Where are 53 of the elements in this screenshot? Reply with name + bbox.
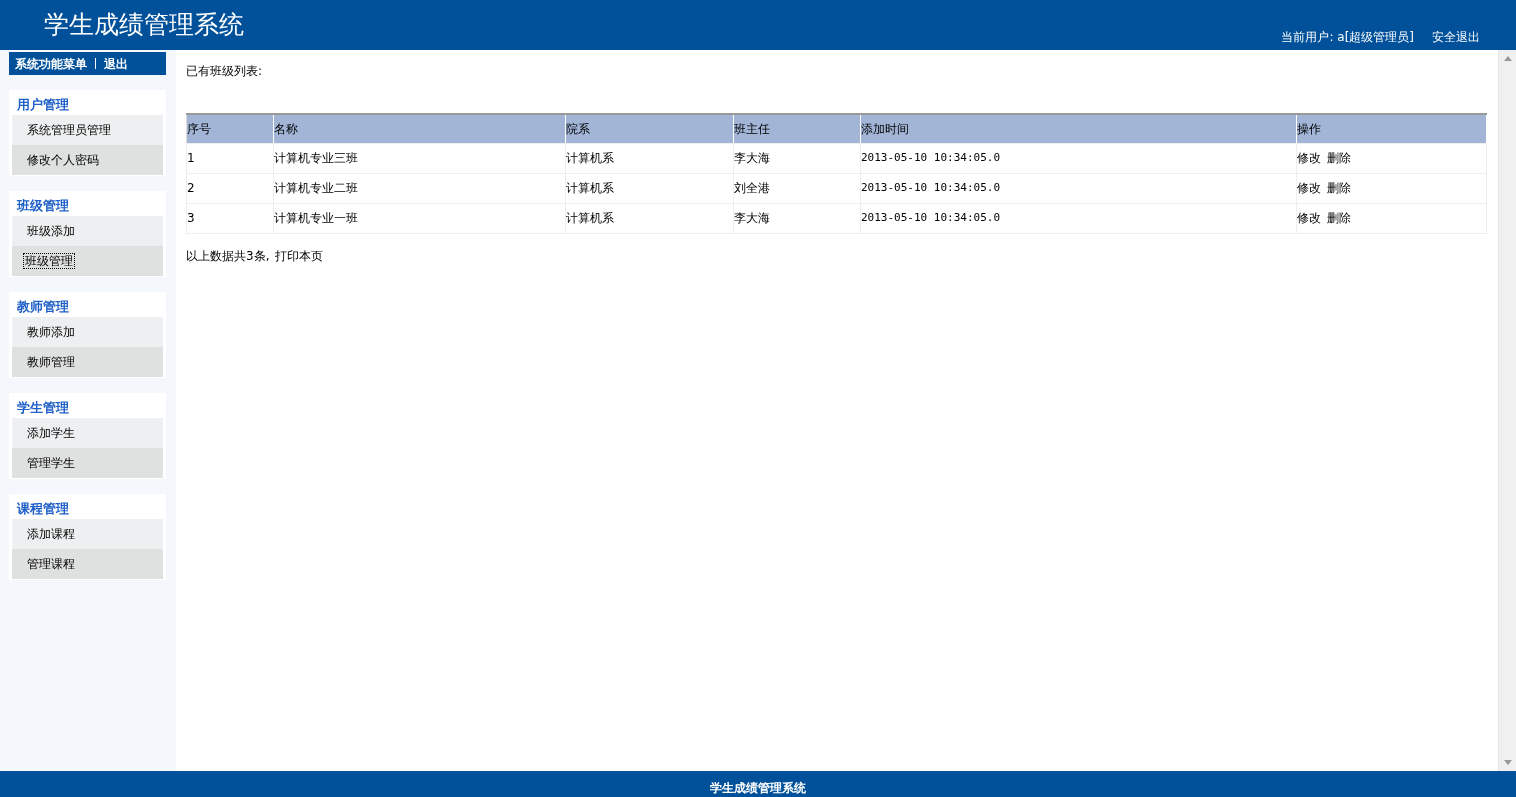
table-cell: 2: [186, 173, 274, 203]
print-link[interactable]: 打印本页: [275, 246, 324, 265]
table-cell: 3: [186, 203, 274, 233]
menu-group-title: 教师管理: [16, 298, 70, 316]
sidebar-item[interactable]: 班级添加: [12, 216, 163, 246]
app-title: 学生成绩管理系统: [44, 9, 244, 41]
edit-link[interactable]: 修改: [1297, 181, 1321, 195]
footer-text: 学生成绩管理系统: [710, 781, 806, 795]
exit-link[interactable]: 退出: [104, 54, 128, 73]
column-header: 班主任: [733, 114, 861, 143]
delete-link[interactable]: 删除: [1327, 211, 1351, 225]
current-user: 当前用户: a[超级管理员]: [1281, 29, 1414, 46]
table-cell: 刘全港: [733, 173, 861, 203]
delete-link[interactable]: 删除: [1327, 151, 1351, 165]
list-heading: 已有班级列表:: [186, 63, 264, 80]
table-cell: 1: [186, 143, 274, 173]
sidebar-item[interactable]: 添加课程: [12, 519, 163, 549]
sidebar-item[interactable]: 管理学生: [12, 448, 163, 478]
column-header: 院系: [565, 114, 734, 143]
column-header: 操作: [1296, 114, 1487, 143]
table-cell: 计算机系: [565, 173, 734, 203]
table-cell: 2013-05-10 10:34:05.0: [860, 173, 1297, 203]
table-cell: 计算机专业三班: [273, 143, 566, 173]
logout-link[interactable]: 安全退出: [1432, 28, 1480, 46]
scroll-up-icon[interactable]: [1503, 56, 1512, 61]
menu-group-title: 学生管理: [16, 399, 70, 417]
sidebar-item[interactable]: 管理课程: [12, 549, 163, 579]
column-header: 添加时间: [860, 114, 1297, 143]
table-cell: 李大海: [733, 143, 861, 173]
scroll-down-icon[interactable]: [1503, 760, 1512, 765]
menu-title: 系统功能菜单: [15, 55, 87, 73]
table-cell: 计算机专业二班: [273, 173, 566, 203]
table-cell: 李大海: [733, 203, 861, 233]
table-cell: 2013-05-10 10:34:05.0: [860, 203, 1297, 233]
column-header: 名称: [273, 114, 566, 143]
column-header: 序号: [186, 114, 274, 143]
sidebar-item[interactable]: 添加学生: [12, 418, 163, 448]
sidebar-item[interactable]: 班级管理: [12, 246, 163, 276]
table-cell: 2013-05-10 10:34:05.0: [860, 143, 1297, 173]
edit-link[interactable]: 修改: [1297, 211, 1321, 225]
menu-group-title: 课程管理: [15, 500, 70, 518]
sidebar-item[interactable]: 修改个人密码: [12, 145, 163, 175]
sidebar-item[interactable]: 教师添加: [12, 317, 163, 347]
table-cell: 计算机系: [565, 203, 734, 233]
edit-link[interactable]: 修改: [1297, 151, 1321, 165]
summary-text: 以上数据共3条,: [186, 247, 270, 265]
delete-link[interactable]: 删除: [1327, 181, 1351, 195]
table-cell: 计算机专业一班: [273, 203, 566, 233]
sidebar-item[interactable]: 教师管理: [12, 347, 163, 377]
sidebar-item[interactable]: 系统管理员管理: [12, 115, 163, 145]
menu-group-title: 用户管理: [16, 96, 70, 114]
table-cell: 计算机系: [565, 143, 734, 173]
menu-group-title: 班级管理: [15, 197, 70, 215]
